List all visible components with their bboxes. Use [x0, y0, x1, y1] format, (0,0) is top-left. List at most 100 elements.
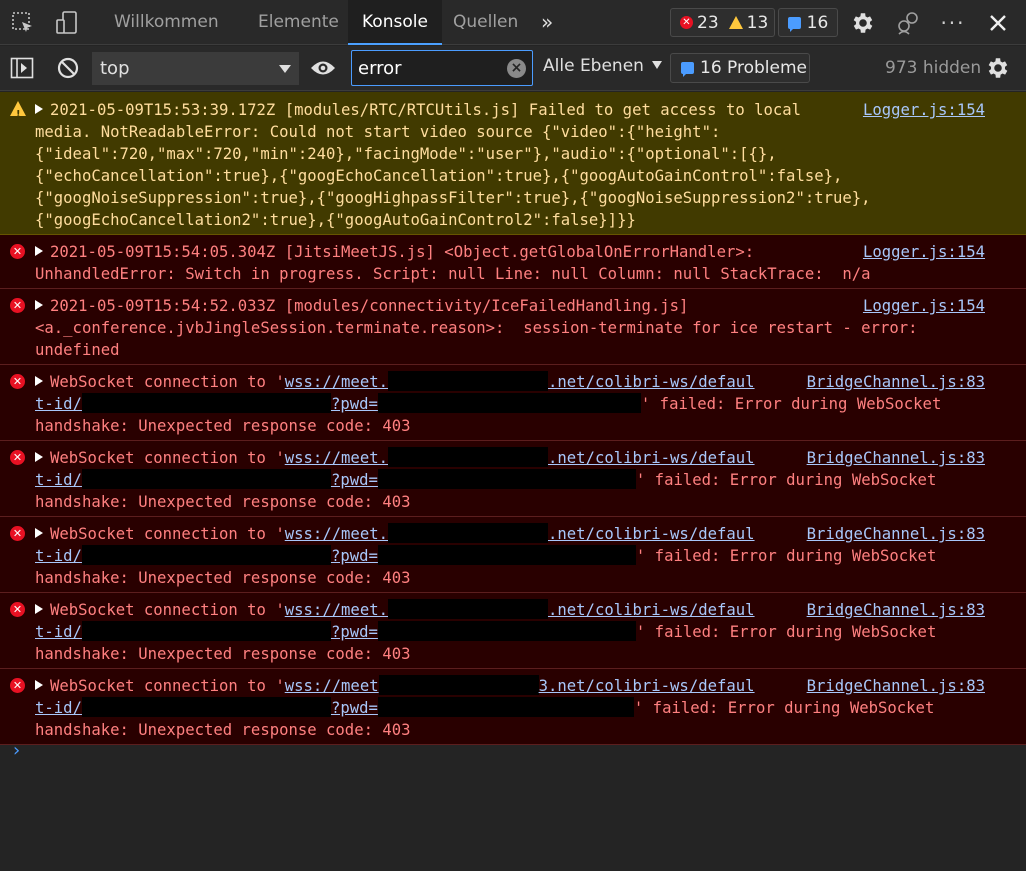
console-message-error[interactable]: ✕ BridgeChannel.js:83 WebSocket connecti…	[0, 669, 1026, 745]
more-options-icon[interactable]: ···	[938, 8, 968, 38]
message-text: WebSocket connection to '	[50, 525, 285, 543]
message-text: ' failed: Error during WebSocket	[635, 623, 937, 641]
console-toolbar: top × Alle Ebenen 16 Probleme 973 hidden	[0, 46, 1026, 91]
redacted-block	[81, 621, 331, 641]
source-link[interactable]: BridgeChannel.js:83	[807, 371, 985, 393]
message-text: media. NotReadableError: Could not start…	[35, 123, 721, 141]
error-icon: ✕	[10, 678, 25, 693]
warning-count: 13	[746, 12, 769, 33]
message-text: 2021-05-09T15:54:52.033Z [modules/connec…	[50, 297, 689, 315]
redacted-block	[81, 697, 331, 717]
redacted-block	[378, 675, 539, 695]
settings-gear-icon[interactable]	[848, 8, 878, 38]
websocket-url-link[interactable]: wss://meet. .net/colibri-ws/defaul	[285, 371, 755, 391]
source-link[interactable]: BridgeChannel.js:83	[807, 523, 985, 545]
redacted-block	[377, 621, 636, 641]
chevron-down-icon	[279, 65, 291, 73]
redacted-block	[81, 545, 331, 565]
message-text: {"googNoiseSuppression":true},{"googHigh…	[35, 189, 871, 207]
device-emulation-icon[interactable]	[52, 8, 82, 38]
message-count: 16	[806, 12, 829, 33]
redacted-block	[377, 697, 634, 717]
close-icon[interactable]	[983, 8, 1013, 38]
websocket-url-link[interactable]: wss://meet. .net/colibri-ws/defaul	[285, 523, 755, 543]
expand-caret-icon[interactable]	[35, 376, 43, 386]
console-message-error[interactable]: ✕ BridgeChannel.js:83 WebSocket connecti…	[0, 441, 1026, 517]
source-link[interactable]: BridgeChannel.js:83	[807, 599, 985, 621]
console-message-error[interactable]: ✕ Logger.js:154 2021-05-09T15:54:52.033Z…	[0, 289, 1026, 365]
clear-console-icon[interactable]	[53, 53, 83, 83]
warning-icon: !	[10, 101, 26, 120]
expand-caret-icon[interactable]	[35, 246, 43, 256]
tab-elements[interactable]: Elemente	[258, 0, 339, 45]
expand-caret-icon[interactable]	[35, 104, 43, 114]
websocket-url-link[interactable]: wss://meet 3.net/colibri-ws/defaul	[285, 675, 755, 695]
source-link[interactable]: Logger.js:154	[863, 99, 985, 121]
more-tabs-button[interactable]: »	[541, 0, 553, 45]
sidebar-toggle-icon[interactable]	[7, 53, 37, 83]
message-text: {"ideal":720,"max":720,"min":240},"facin…	[35, 145, 777, 163]
console-message-warning[interactable]: ! Logger.js:154 2021-05-09T15:53:39.172Z…	[0, 92, 1026, 235]
expand-caret-icon[interactable]	[35, 528, 43, 538]
issues-label: 16 Probleme	[700, 58, 807, 78]
console-message-error[interactable]: ✕ BridgeChannel.js:83 WebSocket connecti…	[0, 517, 1026, 593]
websocket-url-link[interactable]: wss://meet. .net/colibri-ws/defaul	[285, 599, 755, 619]
warning-icon	[728, 16, 743, 29]
expand-caret-icon[interactable]	[35, 300, 43, 310]
console-settings-gear-icon[interactable]	[983, 53, 1013, 83]
message-text: WebSocket connection to '	[50, 677, 285, 695]
issues-button[interactable]: 16 Probleme	[670, 53, 810, 83]
message-text: handshake: Unexpected response code: 403	[35, 569, 411, 587]
source-link[interactable]: Logger.js:154	[863, 241, 985, 263]
redacted-block	[377, 545, 636, 565]
message-counter[interactable]: 16	[778, 8, 838, 37]
context-select[interactable]: top	[92, 52, 299, 85]
filter-input[interactable]	[358, 55, 503, 81]
error-icon: ✕	[680, 16, 693, 29]
clear-filter-icon[interactable]: ×	[507, 59, 526, 78]
error-icon: ✕	[10, 450, 25, 465]
message-text: handshake: Unexpected response code: 403	[35, 645, 411, 663]
source-link[interactable]: BridgeChannel.js:83	[807, 675, 985, 697]
console-prompt-chevron-icon[interactable]: ›	[11, 740, 22, 761]
message-text: undefined	[35, 341, 120, 359]
source-link[interactable]: BridgeChannel.js:83	[807, 447, 985, 469]
tab-sources[interactable]: Quellen	[453, 0, 518, 45]
message-text: {"googEchoCancellation2":true},{"googAut…	[35, 211, 636, 229]
redacted-block	[388, 523, 548, 543]
tab-welcome[interactable]: Willkommen	[114, 0, 219, 45]
inspect-element-icon[interactable]	[8, 8, 38, 38]
source-link[interactable]: Logger.js:154	[863, 295, 985, 317]
message-text: ' failed: Error during WebSocket	[640, 395, 942, 413]
message-text: WebSocket connection to '	[50, 373, 285, 391]
message-text: 2021-05-09T15:54:05.304Z [JitsiMeetJS.js…	[50, 243, 755, 261]
console-message-error[interactable]: ✕ BridgeChannel.js:83 WebSocket connecti…	[0, 593, 1026, 669]
expand-caret-icon[interactable]	[35, 604, 43, 614]
redacted-block	[388, 371, 548, 391]
message-text: WebSocket connection to '	[50, 449, 285, 467]
expand-caret-icon[interactable]	[35, 680, 43, 690]
message-text: ' failed: Error during WebSocket	[635, 547, 937, 565]
websocket-url-link[interactable]: wss://meet. .net/colibri-ws/defaul	[285, 447, 755, 467]
context-value: top	[100, 58, 130, 79]
log-levels-label: Alle Ebenen	[543, 56, 644, 76]
hidden-count: 973 hidden	[885, 58, 982, 78]
chevron-down-icon	[651, 61, 662, 69]
message-text: handshake: Unexpected response code: 403	[35, 493, 411, 511]
tab-console[interactable]: Konsole	[348, 0, 442, 45]
redacted-block	[81, 469, 331, 489]
filter-box[interactable]: ×	[351, 50, 533, 86]
error-icon: ✕	[10, 526, 25, 541]
live-expression-eye-icon[interactable]	[308, 53, 338, 83]
issue-counters[interactable]: ✕ 23 13	[670, 8, 775, 37]
error-count: 23	[697, 12, 719, 33]
feedback-icon[interactable]	[893, 8, 923, 38]
log-levels-dropdown[interactable]: Alle Ebenen	[543, 56, 662, 76]
message-text: 2021-05-09T15:53:39.172Z [modules/RTC/RT…	[50, 101, 802, 119]
console-message-error[interactable]: ✕ Logger.js:154 2021-05-09T15:54:05.304Z…	[0, 235, 1026, 289]
expand-caret-icon[interactable]	[35, 452, 43, 462]
message-text: UnhandledError: Switch in progress. Scri…	[35, 265, 871, 283]
redacted-block	[81, 393, 331, 413]
console-message-error[interactable]: ✕ BridgeChannel.js:83 WebSocket connecti…	[0, 365, 1026, 441]
error-icon: ✕	[10, 298, 25, 313]
